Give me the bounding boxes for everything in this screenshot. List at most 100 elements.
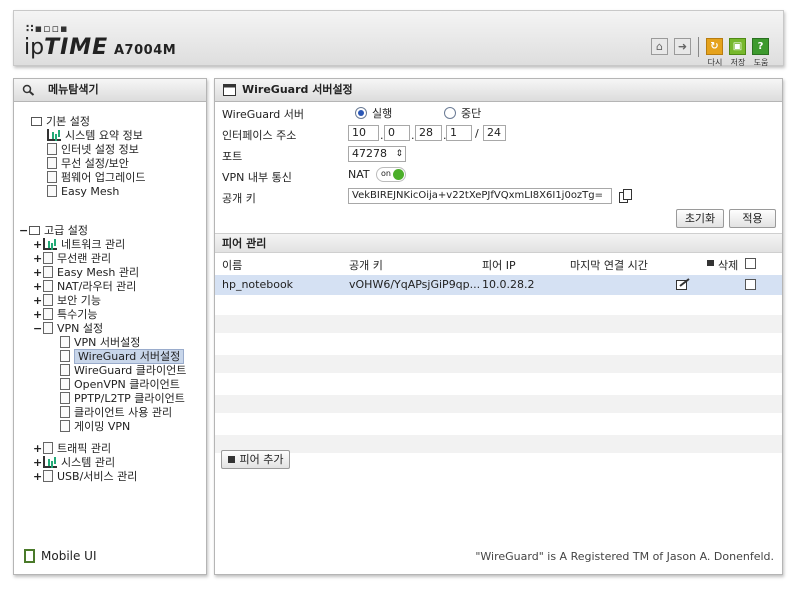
tree-label: 게이밍 VPN bbox=[74, 420, 131, 433]
peer-ip: 10.0.28.2 bbox=[482, 278, 535, 291]
tree-item-usb-service[interactable]: + USB/서비스 관리 bbox=[33, 470, 137, 484]
traffic-icon bbox=[43, 442, 53, 454]
expand-toggle[interactable]: + bbox=[33, 442, 43, 456]
monitor-icon bbox=[47, 143, 57, 155]
menu-explorer-title: 메뉴탐색기 bbox=[48, 83, 99, 96]
help-icon[interactable]: ? bbox=[752, 38, 769, 55]
expand-toggle[interactable]: + bbox=[33, 456, 43, 470]
tree-item-wireguard-server[interactable]: WireGuard 서버설정 bbox=[60, 349, 185, 364]
expand-toggle[interactable]: + bbox=[33, 238, 43, 252]
tree-item-vpn[interactable]: − VPN 설정 bbox=[33, 322, 103, 336]
col-name: 이름 bbox=[222, 259, 243, 272]
radio-run-label: 실행 bbox=[372, 107, 393, 120]
tree-label: 고급 설정 bbox=[44, 224, 88, 237]
radio-run[interactable]: 실행 bbox=[355, 105, 392, 121]
tree-label: NAT/라우터 관리 bbox=[57, 280, 137, 293]
tree-item-easy-mesh-mgmt[interactable]: + Easy Mesh 관리 bbox=[33, 266, 139, 280]
select-all-checkbox[interactable] bbox=[745, 258, 756, 269]
mask-slash: / bbox=[475, 127, 479, 140]
tree-label: 클라이언트 사용 관리 bbox=[74, 406, 173, 419]
trademark-note: "WireGuard" is A Registered TM of Jason … bbox=[475, 550, 774, 563]
panel-title-bar: WireGuard 서버설정 bbox=[215, 79, 782, 102]
tree-item-network[interactable]: + 네트워크 관리 bbox=[33, 238, 125, 252]
tree-item-firmware-upgrade[interactable]: 펌웨어 업그레이드 bbox=[47, 171, 145, 185]
peer-delete-checkbox[interactable] bbox=[745, 279, 756, 290]
tree-item-wireless[interactable]: + 무선랜 관리 bbox=[33, 252, 111, 266]
tree-item-special[interactable]: + 특수기능 bbox=[33, 308, 97, 322]
tree-basic-settings[interactable]: 기본 설정 bbox=[31, 115, 90, 129]
tree-item-internet-info[interactable]: 인터넷 설정 정보 bbox=[47, 143, 139, 157]
tree-item-wireguard-client[interactable]: WireGuard 클라이언트 bbox=[60, 364, 186, 378]
ip-octet-2[interactable]: 0 bbox=[384, 125, 410, 141]
ip-octet-4[interactable]: 1 bbox=[446, 125, 472, 141]
tree-label: 시스템 요약 정보 bbox=[65, 129, 143, 142]
logo-brand: TIME bbox=[44, 35, 109, 60]
port-input[interactable]: 47278 ⇕ bbox=[348, 146, 406, 162]
tree-item-nat-router[interactable]: + NAT/라우터 관리 bbox=[33, 280, 136, 294]
mesh-icon bbox=[43, 266, 53, 278]
add-icon bbox=[227, 456, 235, 463]
vpn-icon bbox=[43, 322, 53, 334]
tree-label: Easy Mesh 관리 bbox=[57, 266, 140, 279]
page-title: WireGuard 서버설정 bbox=[242, 83, 353, 96]
apply-button[interactable]: 적용 bbox=[729, 209, 776, 228]
expand-toggle[interactable]: + bbox=[33, 280, 43, 294]
window-icon bbox=[223, 84, 236, 96]
expand-toggle[interactable]: + bbox=[33, 252, 43, 266]
toggle-on-label: on bbox=[381, 169, 391, 178]
tree-item-pptp-client[interactable]: PPTP/L2TP 클라이언트 bbox=[60, 392, 185, 406]
tree-item-traffic[interactable]: + 트래픽 관리 bbox=[33, 442, 111, 456]
page-icon bbox=[60, 392, 70, 404]
tree-label: PPTP/L2TP 클라이언트 bbox=[74, 392, 185, 405]
copy-icon[interactable] bbox=[619, 189, 632, 203]
tree-label: 네트워크 관리 bbox=[61, 238, 126, 251]
subnet-mask-input[interactable]: 24 bbox=[483, 125, 506, 141]
spinner-icon[interactable]: ⇕ bbox=[395, 147, 403, 161]
tree-item-system-summary[interactable]: 시스템 요약 정보 bbox=[47, 129, 143, 143]
logout-icon[interactable]: ➜ bbox=[674, 38, 691, 55]
ip-octet-1[interactable]: 10 bbox=[348, 125, 379, 141]
expand-toggle[interactable]: + bbox=[33, 470, 43, 484]
folder-icon bbox=[29, 226, 40, 235]
save-icon[interactable]: ▣ bbox=[729, 38, 746, 55]
expand-toggle[interactable]: + bbox=[33, 294, 43, 308]
tree-advanced-settings[interactable]: − 고급 설정 bbox=[19, 224, 88, 238]
mobile-icon bbox=[24, 549, 35, 563]
table-row[interactable]: hp_notebook vOHW6/YqAPsjGiP9qp... 10.0.2… bbox=[215, 275, 782, 295]
empty-row bbox=[215, 435, 782, 453]
tree-item-system[interactable]: + 시스템 관리 bbox=[33, 456, 115, 470]
tree-label: WireGuard 클라이언트 bbox=[74, 364, 187, 377]
add-peer-button[interactable]: 피어 추가 bbox=[221, 450, 290, 469]
help-label: 도움 bbox=[753, 58, 769, 67]
tree-item-wireless-security[interactable]: 무선 설정/보안 bbox=[47, 157, 129, 171]
peer-management-header: 피어 관리 bbox=[215, 233, 782, 253]
page-icon bbox=[60, 420, 70, 432]
reset-button[interactable]: 초기화 bbox=[676, 209, 724, 228]
home-icon[interactable]: ⌂ bbox=[651, 38, 668, 55]
router-icon bbox=[43, 280, 53, 292]
tree-item-vpn-server[interactable]: VPN 서버설정 bbox=[60, 336, 140, 350]
empty-row bbox=[215, 395, 782, 413]
nat-label: NAT bbox=[348, 168, 370, 181]
radio-stop[interactable]: 중단 bbox=[444, 105, 481, 121]
logo-prefix: ip bbox=[24, 35, 45, 60]
mobile-ui-link[interactable]: Mobile UI bbox=[24, 549, 97, 563]
tree-item-openvpn-client[interactable]: OpenVPN 클라이언트 bbox=[60, 378, 180, 392]
nat-toggle[interactable]: on bbox=[376, 167, 406, 182]
tree-item-gaming-vpn[interactable]: 게이밍 VPN bbox=[60, 420, 130, 434]
ip-dot: . bbox=[411, 129, 415, 142]
public-key-field[interactable]: VekBIREJNKicOija+v22tXePJfVQxmLI8X6I1j0o… bbox=[348, 188, 612, 204]
collapse-toggle[interactable]: − bbox=[33, 322, 43, 336]
tree-item-security[interactable]: + 보안 기능 bbox=[33, 294, 101, 308]
ip-octet-3[interactable]: 28 bbox=[415, 125, 442, 141]
page-icon bbox=[60, 364, 70, 376]
server-label: WireGuard 서버 bbox=[222, 108, 305, 121]
expand-toggle[interactable]: + bbox=[33, 266, 43, 280]
edit-icon[interactable] bbox=[676, 278, 690, 290]
public-key-label: 공개 키 bbox=[222, 192, 256, 205]
tree-item-easy-mesh[interactable]: Easy Mesh bbox=[47, 185, 119, 199]
collapse-toggle[interactable]: − bbox=[19, 224, 29, 238]
expand-toggle[interactable]: + bbox=[33, 308, 43, 322]
tree-item-client-usage[interactable]: 클라이언트 사용 관리 bbox=[60, 406, 172, 420]
refresh-icon[interactable]: ↻ bbox=[706, 38, 723, 55]
